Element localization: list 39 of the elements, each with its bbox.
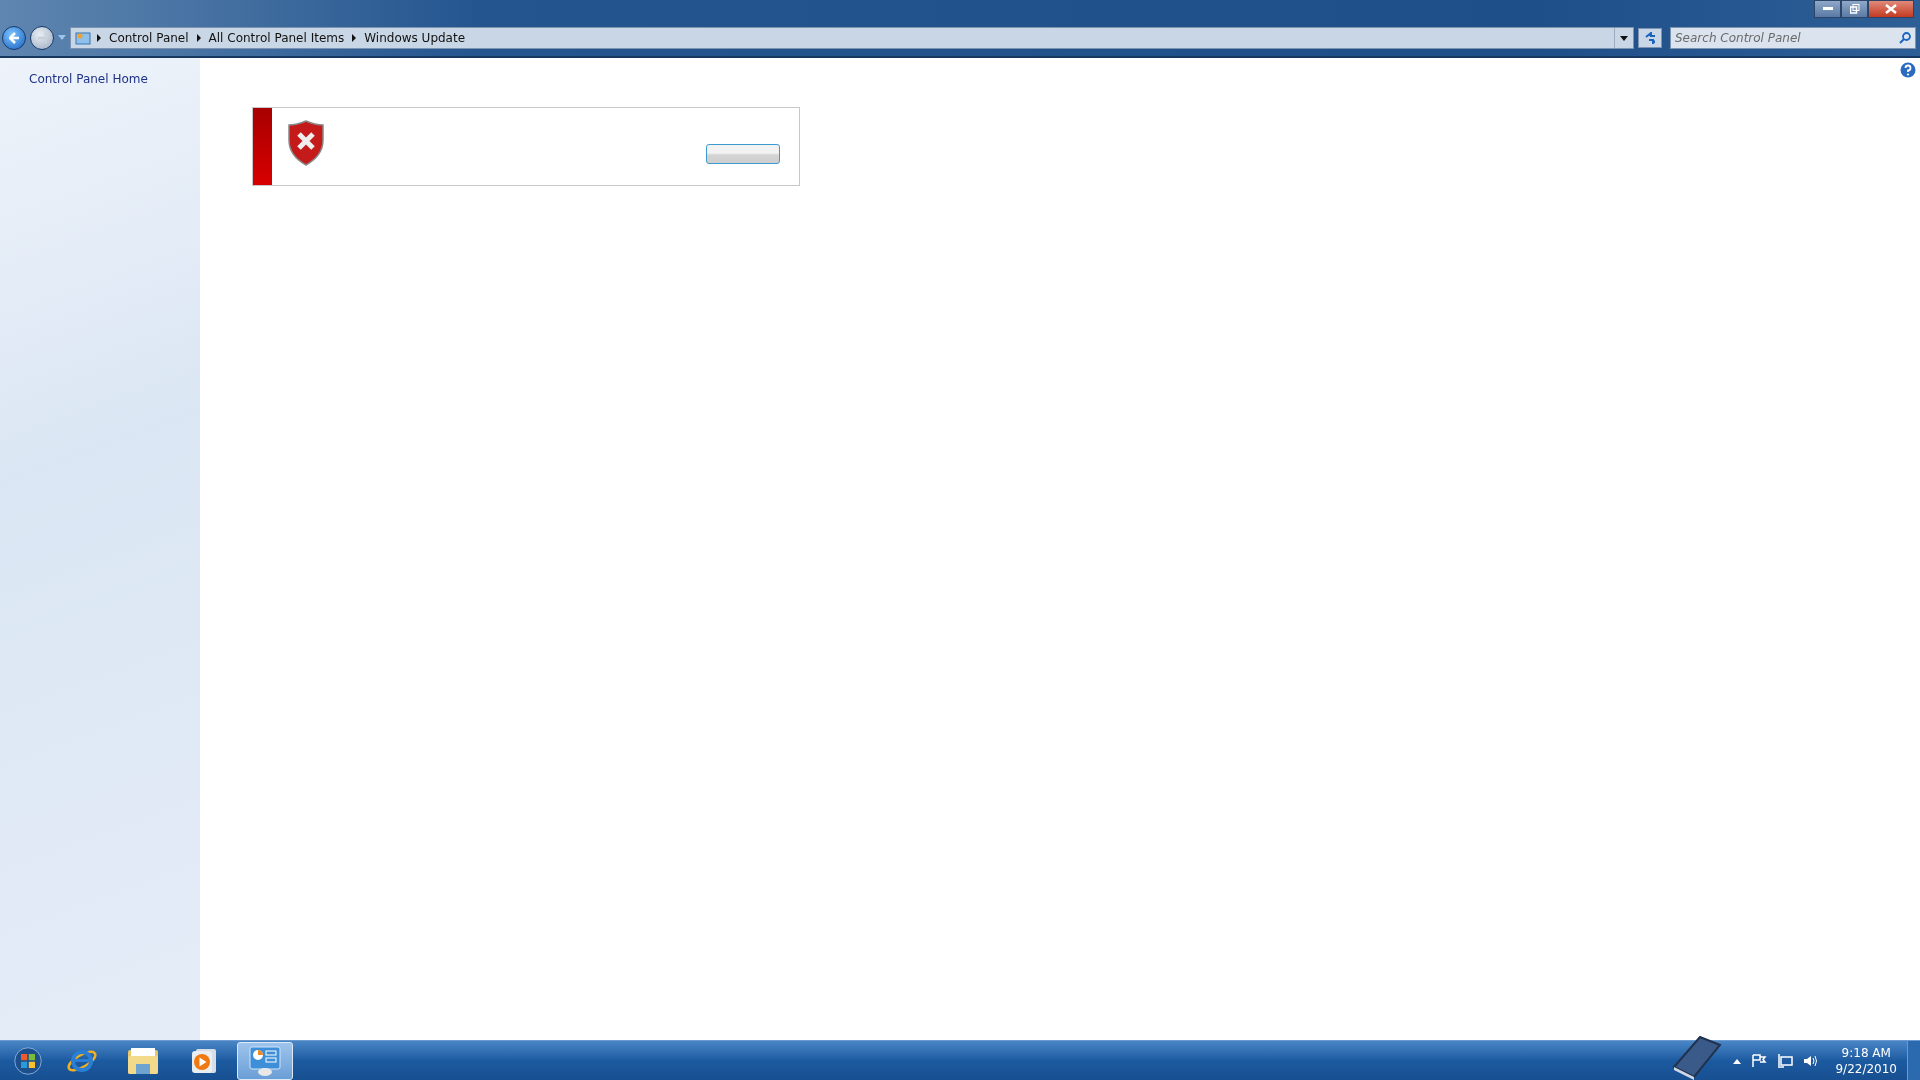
forward-arrow-icon bbox=[37, 32, 47, 44]
breadcrumb-arrow-icon[interactable] bbox=[97, 34, 101, 42]
back-arrow-icon bbox=[9, 32, 19, 44]
help-icon[interactable] bbox=[1900, 62, 1916, 78]
search-icon bbox=[1899, 32, 1911, 44]
minimize-button[interactable] bbox=[1814, 0, 1841, 18]
breadcrumb[interactable]: All Control Panel Items bbox=[206, 31, 347, 45]
clock-date: 9/22/2010 bbox=[1835, 1061, 1897, 1077]
shield-x-icon bbox=[287, 120, 325, 166]
restore-icon bbox=[1849, 4, 1860, 14]
refresh-icon bbox=[1645, 32, 1655, 44]
refresh-button[interactable] bbox=[1638, 28, 1662, 48]
search-field[interactable]: Search Control Panel bbox=[1670, 27, 1916, 49]
network-icon[interactable] bbox=[1777, 1054, 1794, 1068]
control-panel-icon bbox=[75, 30, 91, 46]
control-panel-icon bbox=[248, 1045, 282, 1077]
show-hidden-icons-icon[interactable] bbox=[1733, 1058, 1742, 1064]
close-icon bbox=[1885, 4, 1897, 14]
sidebar-link[interactable]: Control Panel Home bbox=[29, 72, 200, 86]
close-button[interactable] bbox=[1868, 0, 1914, 18]
flag-icon[interactable] bbox=[1751, 1054, 1768, 1068]
back-button[interactable] bbox=[2, 26, 26, 50]
restore-button[interactable] bbox=[1841, 0, 1868, 18]
breadcrumb[interactable]: Control Panel bbox=[107, 31, 191, 45]
forward-button[interactable] bbox=[30, 26, 54, 50]
address-bar[interactable]: Control Panel All Control Panel Items Windows Update bbox=[70, 27, 1634, 49]
taskbar-button[interactable] bbox=[237, 1042, 293, 1080]
clock[interactable]: 9:18 AM 9/22/2010 bbox=[1835, 1045, 1897, 1077]
caret-icon bbox=[1620, 35, 1628, 41]
clock-time: 9:18 AM bbox=[1840, 1045, 1892, 1061]
breadcrumb[interactable]: Windows Update bbox=[362, 31, 468, 45]
speaker-icon[interactable] bbox=[1803, 1054, 1820, 1068]
minimize-icon bbox=[1822, 7, 1833, 11]
breadcrumb-arrow-icon[interactable] bbox=[352, 34, 357, 42]
breadcrumb-arrow-icon[interactable] bbox=[196, 34, 201, 42]
media-player-icon bbox=[190, 1047, 218, 1075]
folder-icon bbox=[126, 1046, 160, 1076]
action-button[interactable] bbox=[706, 144, 780, 164]
book-icon bbox=[1670, 1033, 1724, 1080]
